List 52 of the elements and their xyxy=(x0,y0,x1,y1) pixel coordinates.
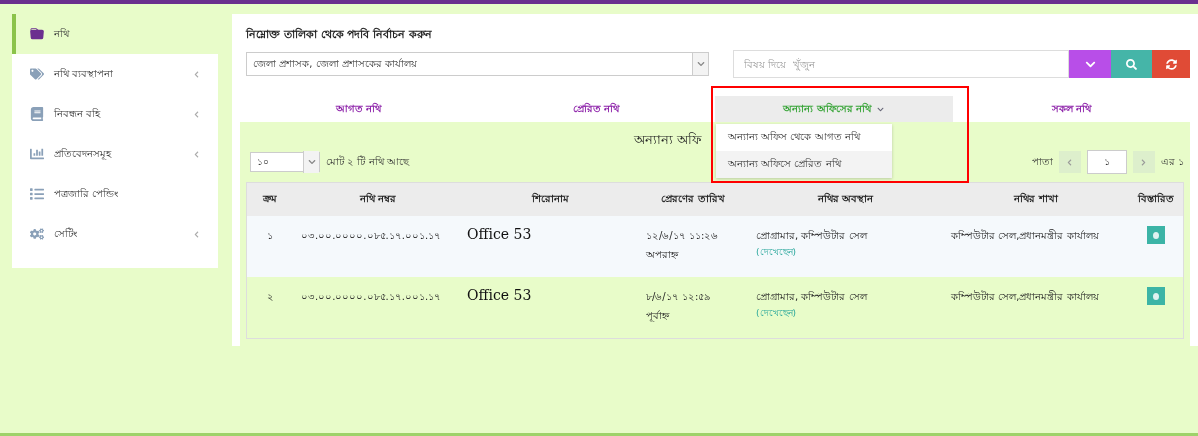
details-button[interactable] xyxy=(1147,226,1165,244)
search-icon xyxy=(1126,58,1137,70)
page-field[interactable]: ১ xyxy=(1086,150,1127,174)
table-cell-text: কম্পিউটার সেল,প্রধানমন্ত্রীর কার্যালয় xyxy=(950,289,1100,304)
position-select[interactable]: জেলা প্রশাসক, জেলা প্রশাসকের কার্যালয় xyxy=(246,52,709,76)
menu-item-icon xyxy=(30,107,44,121)
total-count: মোট ২ টি নথি আছে xyxy=(326,154,409,169)
details-button[interactable] xyxy=(1147,287,1165,305)
menu-item-icon xyxy=(30,187,44,201)
table-cell-text: ১ xyxy=(266,229,274,243)
menu-item-icon xyxy=(30,27,44,41)
column-header: নথির অবস্থান xyxy=(816,191,875,206)
table-cell-text: ০৩.০০.০০০০.০৮৫.১৭.০০১.১৭ xyxy=(300,290,443,304)
chevron-icon xyxy=(1140,158,1148,166)
column-header: বিস্তারিত xyxy=(1136,191,1175,206)
search-button[interactable] xyxy=(1111,50,1152,78)
column-header: নথি নম্বর xyxy=(358,191,398,206)
table-cell-text: Office 53 xyxy=(466,287,533,305)
table-cell-text: প্রোগ্রামার, কম্পিউটার সেল xyxy=(756,228,867,243)
table-cell-text: ০৩.০০.০০০০.০৮৫.১৭.০০১.১৭ xyxy=(300,229,443,243)
reset-button[interactable] xyxy=(1152,50,1190,78)
refresh-icon xyxy=(1165,58,1177,70)
page-size-select[interactable]: ১০ xyxy=(250,152,320,172)
table-cell-text: ৮/৬/১৭ ১২:৫৯ xyxy=(646,290,711,304)
column-header: নথির শাখা xyxy=(1012,191,1060,206)
column-header: শিরোনাম xyxy=(530,191,570,206)
table-cell-text: অপরাহ্ন xyxy=(646,248,678,262)
table-cell-text: ২ xyxy=(265,290,275,304)
column-header: ক্রম xyxy=(261,192,278,206)
list-heading: অন্যান্য অফি xyxy=(633,132,702,147)
expand-button[interactable] xyxy=(1069,50,1111,78)
table-cell-text: পূর্বাহ্ন xyxy=(646,309,669,324)
field-label: নিম্নোক্ত তালিকা থেকে পদবি নির্বাচন করুন xyxy=(246,26,434,43)
table-cell-text: ১২/৬/১৭ ১১:২৬ xyxy=(646,229,719,243)
menu-item-icon xyxy=(30,67,44,81)
seen-status: (দেখেছেন) xyxy=(756,246,797,259)
sidebar-item[interactable]: নথি xyxy=(12,14,218,54)
page-label: পাতা xyxy=(1031,154,1053,169)
menu-item[interactable]: অন্যান্য অফিসে প্রেরিত নথি xyxy=(716,151,892,178)
menu-item[interactable]: অন্যান্য অফিস থেকে আগত নথি xyxy=(716,124,892,151)
seen-status: (দেখেছেন) xyxy=(756,307,797,320)
next-page-button[interactable] xyxy=(1132,151,1155,173)
menu-item-icon xyxy=(30,227,44,241)
table-cell-text: Office 53 xyxy=(466,226,533,244)
table-cell-text: কম্পিউটার সেল,প্রধানমন্ত্রীর কার্যালয় xyxy=(950,228,1100,243)
chevron-icon xyxy=(1066,158,1074,166)
search-field[interactable]: বিষয় দিয়ে খুঁজুন xyxy=(733,50,1069,78)
menu-item-icon xyxy=(30,147,44,161)
column-header: প্রেরণের তারিখ xyxy=(660,191,726,206)
table-cell-text: প্রোগ্রামার, কম্পিউটার সেল xyxy=(756,289,867,304)
page-total: এর ১ xyxy=(1160,154,1184,169)
previous-page-button[interactable] xyxy=(1058,151,1081,173)
